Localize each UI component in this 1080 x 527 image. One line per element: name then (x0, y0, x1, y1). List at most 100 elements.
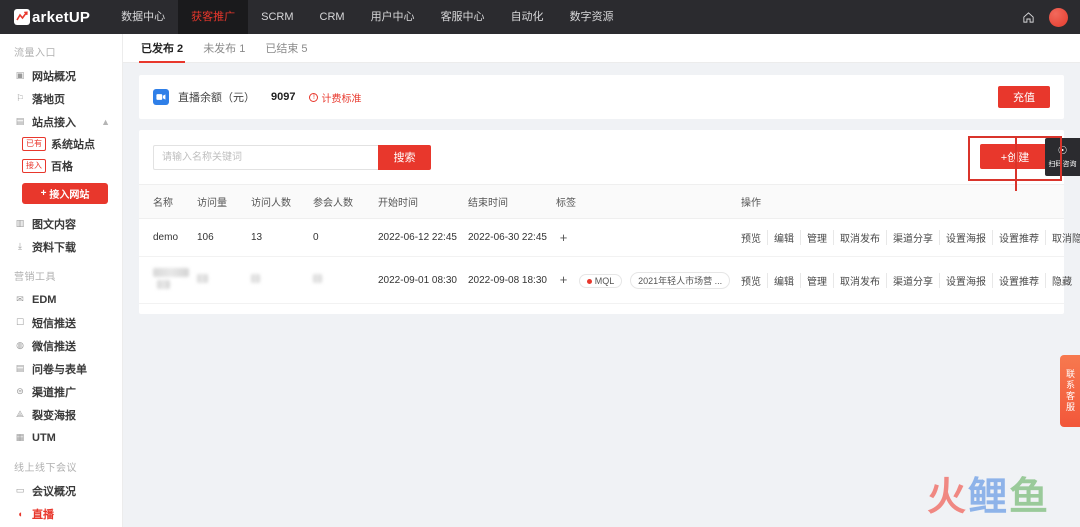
op-hide[interactable]: 隐藏 (1046, 273, 1072, 288)
topnav-item-acquisition[interactable]: 获客推广 (178, 0, 249, 34)
live-icon: ◖ (17, 508, 23, 519)
create-button-wrapper: +创建 (980, 144, 1050, 169)
op-unpublish[interactable]: 取消发布 (834, 230, 887, 245)
add-tag-button[interactable]: + (556, 230, 571, 245)
contact-service-widget[interactable]: 联系客服 (1060, 355, 1080, 427)
cell-end-time: 2022-06-30 22:45 (468, 218, 556, 257)
sidebar-item-meeting-overview[interactable]: ▭ 会议概况 (0, 479, 122, 502)
sidebar-item-label: 资料下载 (32, 241, 76, 254)
op-edit[interactable]: 编辑 (768, 230, 801, 245)
live-camera-icon (153, 89, 169, 105)
tab-ended[interactable]: 已结束 5 (255, 40, 317, 62)
op-manage[interactable]: 管理 (801, 230, 834, 245)
add-site-button[interactable]: + 接入网站 (22, 183, 108, 204)
op-edit[interactable]: 编辑 (768, 272, 801, 288)
topnav-item-crm[interactable]: CRM (307, 0, 358, 34)
sidebar-item-channel-promotion[interactable]: ⊜ 渠道推广 (0, 380, 122, 403)
chevron-up-icon[interactable]: ▲ (101, 117, 110, 127)
search-input[interactable] (153, 144, 378, 170)
sidebar-item-fission-poster[interactable]: ⟁ 裂变海报 (0, 403, 122, 426)
brand-logo[interactable]: arketUP (14, 9, 90, 26)
avatar[interactable] (1049, 7, 1068, 27)
op-set-poster[interactable]: 设置海报 (940, 230, 993, 245)
plus-icon: + (40, 188, 47, 199)
sidebar-item-label: 短信推送 (32, 317, 76, 330)
home-icon[interactable] (1022, 11, 1035, 24)
topnav-item-scrm[interactable]: SCRM (248, 0, 306, 34)
op-unpublish[interactable]: 取消发布 (834, 272, 887, 288)
op-unhide[interactable]: 取消隐藏 (1046, 230, 1080, 245)
sidebar-item-live[interactable]: ◖ 直播 (0, 502, 122, 525)
op-preview[interactable]: 预览 (741, 272, 768, 288)
topnav-item-digitalresource[interactable]: 数字资源 (557, 0, 627, 34)
sidebar-subitem-baige[interactable]: 接入 百格 (0, 155, 122, 177)
recharge-button[interactable]: 充值 (998, 86, 1050, 108)
create-button[interactable]: +创建 (980, 144, 1050, 169)
billing-standard-label: 计费标准 (321, 93, 362, 105)
status-badge: 已有 (22, 137, 46, 151)
sidebar-item-utm[interactable]: ▦ UTM (0, 426, 122, 449)
table-row: demo 106 13 0 2022-06-12 22:45 2022-06-3… (139, 218, 1080, 257)
redacted-value (313, 274, 322, 283)
cell-name (139, 256, 197, 304)
topnav-item-usercenter[interactable]: 用户中心 (358, 0, 428, 34)
qrcode-consult-widget[interactable]: ☉ 扫码咨询 (1045, 138, 1080, 176)
add-tag-button[interactable]: + (556, 272, 571, 287)
list-toolbar: 搜索 +创建 (139, 130, 1064, 184)
topnav-item-datacenter[interactable]: 数据中心 (108, 0, 178, 34)
wechat-icon: ◍ (16, 340, 24, 350)
sidebar-item-label: UTM (32, 431, 56, 444)
sidebar-item-wechat-push[interactable]: ◍ 微信推送 (0, 334, 122, 357)
balance-panel: 直播余额（元） 9097 ! 计费标准 充值 (139, 75, 1064, 119)
cell-pv (197, 256, 251, 304)
sidebar-item-survey-form[interactable]: ▤ 问卷与表单 (0, 357, 122, 380)
watermark: 火鲤鱼 (927, 466, 1050, 522)
sidebar-item-label: 网站概况 (32, 70, 76, 83)
op-set-recommend[interactable]: 设置推荐 (993, 272, 1046, 288)
sidebar-subitem-system-site[interactable]: 已有 系统站点 (0, 133, 122, 155)
op-channel-share[interactable]: 渠道分享 (887, 230, 940, 245)
table-row: 2022-09-01 08:30 2022-09-08 18:30 + MQL … (139, 256, 1072, 304)
sms-icon: ☐ (15, 317, 25, 327)
live-list-panel: 搜索 +创建 名称 访问量 访问人数 参会人数 开始时间 结束时间 标签 操作 (139, 130, 1080, 314)
sidebar-item-website-overview[interactable]: ▣ 网站概况 (0, 64, 122, 87)
cell-pv: 106 (197, 218, 251, 257)
main-content: 已发布 2 未发布 1 已结束 5 直播余额（元） 9097 ! 计费标准 充值 (123, 34, 1080, 527)
sidebar-item-sms-push[interactable]: ☐ 短信推送 (0, 311, 122, 334)
tag-chip-campaign[interactable]: 2021年轻人市场营 ... (630, 271, 731, 289)
topnav-item-servicecenter[interactable]: 客服中心 (428, 0, 498, 34)
row-operations: 预览 编辑 管理 取消发布 渠道分享 设置海报 设置推荐 隐藏 (741, 272, 1072, 288)
image-icon: ▥ (15, 218, 25, 228)
sidebar-item-label: 会议概况 (32, 485, 76, 498)
cell-operations: 预览 编辑 管理 取消发布 渠道分享 设置海报 设置推荐 取消隐藏 (741, 218, 1080, 257)
qrcode-consult-label: 扫码咨询 (1048, 160, 1077, 168)
topnav-item-automation[interactable]: 自动化 (498, 0, 557, 34)
op-set-recommend[interactable]: 设置推荐 (993, 230, 1046, 245)
sidebar-item-label: 站点接入 (32, 116, 76, 129)
sidebar-item-label: 落地页 (32, 93, 65, 106)
tag-chip-mql[interactable]: MQL (578, 274, 623, 288)
billing-standard-link[interactable]: ! 计费标准 (309, 90, 361, 105)
redacted-value (157, 280, 170, 289)
op-set-poster[interactable]: 设置海报 (940, 272, 993, 288)
redacted-value (197, 274, 208, 283)
tab-published[interactable]: 已发布 2 (131, 40, 193, 63)
tab-unpublished[interactable]: 未发布 1 (193, 40, 255, 62)
sidebar-item-article-content[interactable]: ▥ 图文内容 (0, 212, 122, 235)
watermark-char-2: 鲤 (967, 476, 1009, 519)
op-channel-share[interactable]: 渠道分享 (887, 272, 940, 288)
search-button[interactable]: 搜索 (378, 144, 431, 170)
grid-icon: ▤ (15, 116, 25, 126)
op-preview[interactable]: 预览 (741, 230, 768, 245)
meeting-icon: ▭ (15, 485, 25, 495)
cell-attendees: 0 (313, 218, 378, 257)
sidebar-item-resource-download[interactable]: ⤓ 资料下载 (0, 235, 122, 258)
op-manage[interactable]: 管理 (801, 272, 834, 288)
sidebar-item-label: 直播 (32, 508, 54, 521)
sidebar-item-landing-page[interactable]: ⚐ 落地页 (0, 87, 122, 110)
sidebar-item-site-access[interactable]: ▤ 站点接入 ▲ (0, 110, 122, 133)
top-nav-items: 数据中心 获客推广 SCRM CRM 用户中心 客服中心 自动化 数字资源 (108, 0, 626, 34)
sidebar-section-traffic: 流量入口 (14, 48, 56, 59)
sidebar-item-edm[interactable]: ✉ EDM (0, 288, 122, 311)
table-header-row: 名称 访问量 访问人数 参会人数 开始时间 结束时间 标签 操作 (139, 184, 1064, 219)
